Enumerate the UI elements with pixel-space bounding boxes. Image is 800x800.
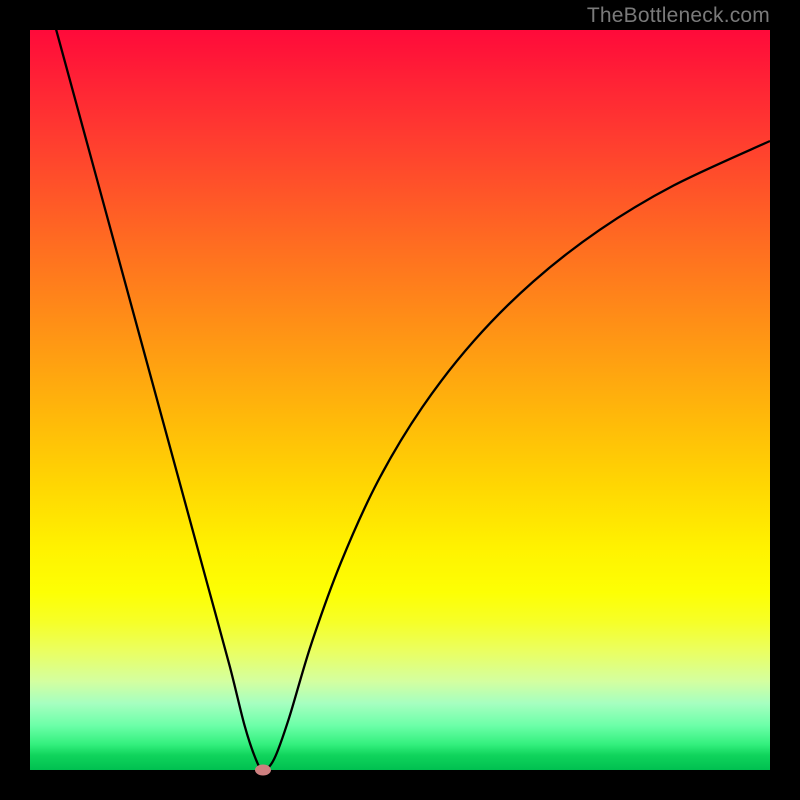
bottleneck-curve	[30, 30, 770, 770]
watermark-text: TheBottleneck.com	[587, 4, 770, 28]
plot-area	[30, 30, 770, 770]
minimum-marker	[255, 765, 271, 776]
chart-frame: TheBottleneck.com	[0, 0, 800, 800]
